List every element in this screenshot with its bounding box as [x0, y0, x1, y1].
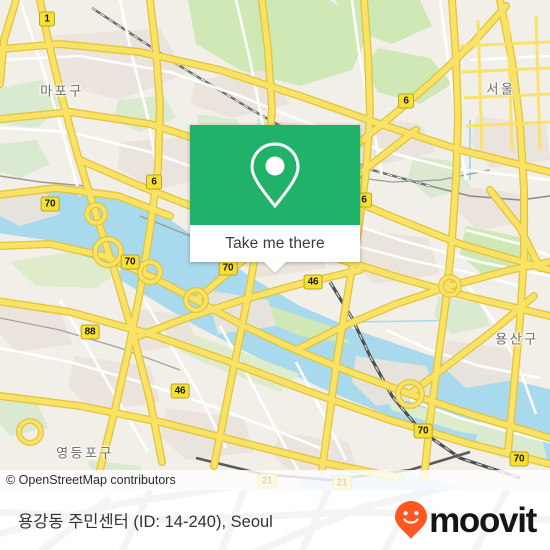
map-label-mapo: 마포구	[40, 83, 84, 99]
road-shield[interactable]: 6	[398, 93, 414, 109]
map-page: 마포구 서울 용산구 영등포구 1 6 6 70 6 70 70 46 88 4…	[0, 0, 550, 550]
location-title: 용강동 주민센터 (ID: 14-240), Seoul	[18, 513, 273, 531]
take-me-there-button[interactable]: Take me there	[190, 225, 360, 262]
moovit-logo[interactable]: moovit	[394, 500, 537, 540]
map-pin-icon	[250, 142, 300, 209]
road-shield[interactable]: 70	[218, 260, 238, 276]
moovit-smiley-pin-icon	[395, 501, 428, 539]
location-popup-card[interactable]: Take me there	[190, 125, 360, 273]
bottom-info-bar: 용강동 주민센터 (ID: 14-240), Seoul moovit	[0, 490, 550, 550]
road-shield[interactable]: 88	[80, 324, 100, 340]
road-shield[interactable]: 70	[413, 423, 433, 439]
road-shield[interactable]: 1	[39, 11, 55, 27]
road-shield[interactable]: 6	[146, 174, 162, 190]
map-label-yeongdeungpo: 영등포구	[56, 445, 114, 461]
map-attribution[interactable]: © OpenStreetMap contributors	[0, 470, 550, 490]
map-label-yongsan: 용산구	[495, 331, 539, 347]
road-shield[interactable]: 46	[303, 274, 323, 290]
take-me-there-label: Take me there	[225, 234, 325, 252]
road-shield[interactable]: 46	[170, 383, 190, 399]
popup-pointer-tail	[264, 262, 286, 273]
moovit-wordmark: moovit	[429, 500, 537, 540]
road-shield[interactable]: 70	[120, 254, 140, 270]
map-label-seoul: 서울	[486, 81, 516, 97]
popup-image-area	[190, 125, 360, 225]
road-shield[interactable]: 70	[40, 196, 60, 212]
road-shield[interactable]: 70	[509, 451, 529, 467]
